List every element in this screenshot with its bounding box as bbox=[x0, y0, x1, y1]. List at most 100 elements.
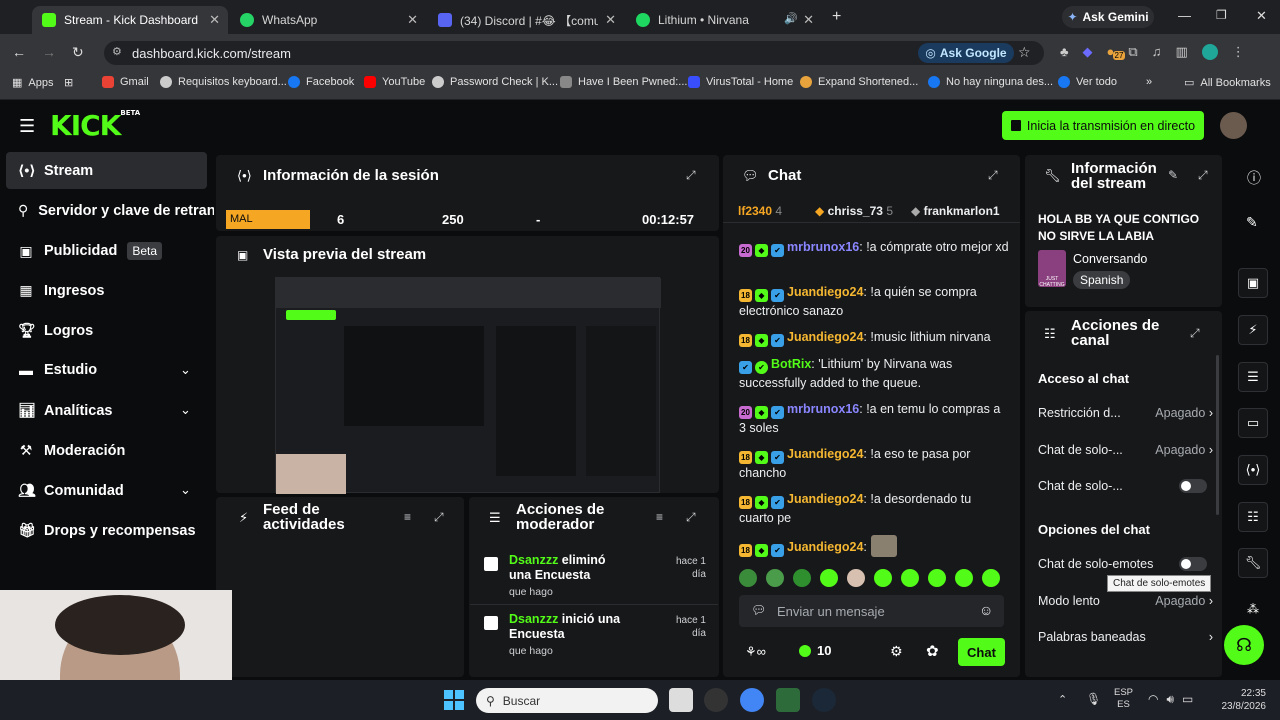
points-balance[interactable]: 10 bbox=[799, 643, 831, 658]
popout-icon[interactable]: ⤢ bbox=[988, 168, 998, 183]
bookmark-facebook[interactable]: Facebook bbox=[288, 76, 354, 88]
close-tab-icon[interactable]: ✕ bbox=[407, 12, 418, 28]
close-tab-icon[interactable]: ✕ bbox=[803, 12, 814, 28]
sidebar-item-comunidad[interactable]: 👥︎ Comunidad bbox=[18, 482, 124, 499]
bookmark-hibp[interactable]: Have I Been Pwned:... bbox=[560, 76, 687, 88]
chat-send-button[interactable]: Chat bbox=[958, 638, 1005, 666]
emote-icon[interactable] bbox=[955, 569, 973, 587]
close-window-icon[interactable]: ✕ bbox=[1256, 8, 1267, 24]
integrations-icon[interactable]: ⁂ bbox=[1247, 602, 1259, 616]
sidebar-item-drops[interactable]: 🎁︎ Drops y recompensas bbox=[18, 522, 196, 539]
media-icon[interactable]: ♫ bbox=[1152, 44, 1162, 60]
toggle-switch[interactable] bbox=[1179, 557, 1207, 571]
emote-icon[interactable] bbox=[820, 569, 838, 587]
puzzle-icon[interactable]: ⧉ bbox=[1128, 44, 1137, 60]
emote-icon[interactable] bbox=[793, 569, 811, 587]
sidebar-item-estudio[interactable]: ▬ Estudio bbox=[18, 362, 97, 378]
obs-icon[interactable] bbox=[704, 688, 728, 712]
close-tab-icon[interactable]: ✕ bbox=[209, 12, 220, 28]
community-points-icon[interactable]: ⚘∞ bbox=[745, 644, 766, 660]
edit-pencil-icon[interactable]: ✎ bbox=[1168, 168, 1178, 182]
file-explorer-icon[interactable] bbox=[669, 688, 693, 712]
tray-chevron-icon[interactable]: ⌃ bbox=[1058, 693, 1067, 706]
chrome-icon[interactable] bbox=[740, 688, 764, 712]
chevron-down-icon[interactable]: ⌄ bbox=[180, 402, 191, 418]
extension-icon[interactable]: ● 27 bbox=[1107, 44, 1126, 60]
bookmark-star-icon[interactable]: ☆ bbox=[1018, 44, 1031, 61]
stream-preview-video[interactable] bbox=[275, 277, 661, 494]
microphone-icon[interactable]: 🎙︎ bbox=[1086, 692, 1101, 706]
bookmark-expand[interactable]: Expand Shortened... bbox=[800, 76, 918, 88]
setting-slow-mode[interactable]: Modo lento Apagado › bbox=[1038, 594, 1213, 608]
hamburger-menu-icon[interactable]: ☰ bbox=[19, 116, 35, 137]
taskbar-search[interactable]: ⚲ Buscar bbox=[476, 688, 658, 713]
profile-avatar[interactable] bbox=[1201, 44, 1218, 60]
toggle-switch[interactable] bbox=[1179, 479, 1207, 493]
bookmark-gmail[interactable]: Gmail bbox=[102, 76, 149, 88]
new-tab-icon[interactable]: + bbox=[832, 8, 841, 26]
sidebar-item-publicidad[interactable]: ▣ Publicidad Beta bbox=[18, 242, 163, 260]
sidebar-item-server-key[interactable]: ⚲Servidor y clave de retransmisión bbox=[18, 202, 214, 219]
bookmark-grid[interactable]: ⊞ bbox=[64, 76, 73, 89]
popout-icon[interactable]: ⤢ bbox=[686, 168, 696, 183]
steam-icon[interactable] bbox=[812, 688, 836, 712]
settings-gear-icon[interactable]: ⚙ bbox=[890, 643, 903, 660]
site-info-icon[interactable]: ⚙ bbox=[112, 45, 122, 58]
emote-icon[interactable] bbox=[928, 569, 946, 587]
app-icon[interactable] bbox=[776, 688, 800, 712]
kick-logo[interactable]: KICKBETA bbox=[50, 109, 140, 142]
maximize-icon[interactable]: ❐ bbox=[1216, 8, 1227, 22]
emote-icon[interactable] bbox=[766, 569, 784, 587]
sidebar-item-logros[interactable]: 🏆︎ Logros bbox=[18, 322, 93, 339]
speaker-icon[interactable]: 🔊 bbox=[784, 12, 798, 25]
setting-restriccion[interactable]: Restricción d... Apagado › bbox=[1038, 406, 1213, 420]
setting-chat-solo-1[interactable]: Chat de solo-... Apagado › bbox=[1038, 443, 1213, 457]
extension-icon[interactable]: ♣ bbox=[1060, 44, 1069, 60]
sidebar-item-analiticas[interactable]: 📊︎ Analíticas bbox=[18, 402, 113, 419]
forward-icon[interactable]: → bbox=[42, 44, 56, 60]
tab-lithium[interactable]: Lithium • Nirvana 🔊 ✕ bbox=[626, 6, 822, 34]
rail-session-info[interactable]: ⟨•⟩ bbox=[1238, 455, 1268, 485]
rail-chat[interactable]: ▭ bbox=[1238, 408, 1268, 438]
rail-mod-actions[interactable]: ☰ bbox=[1238, 362, 1268, 392]
sidebar-icon[interactable]: ▥ bbox=[1175, 44, 1187, 60]
rail-stream-info[interactable]: 🔧︎ bbox=[1238, 548, 1268, 578]
popout-icon[interactable]: ⤢ bbox=[1198, 168, 1208, 183]
filter-icon[interactable]: ≡ bbox=[404, 510, 411, 524]
rail-channel-actions[interactable]: ☷ bbox=[1238, 502, 1268, 532]
back-icon[interactable]: ← bbox=[12, 44, 26, 60]
user-avatar[interactable] bbox=[1220, 112, 1247, 139]
chevron-down-icon[interactable]: ⌄ bbox=[180, 482, 191, 498]
tab-discord[interactable]: (34) Discord | #😂 【comunidad✕ bbox=[428, 6, 624, 34]
system-tray[interactable]: ◠ 🔊︎ ▭ bbox=[1148, 692, 1193, 707]
bookmark-ver-todo[interactable]: Ver todo bbox=[1058, 76, 1117, 88]
bookmark-no-hay[interactable]: No hay ninguna des... bbox=[928, 76, 1053, 88]
bookmark-password-check[interactable]: Password Check | K... bbox=[432, 76, 558, 88]
category-thumbnail[interactable]: JUST CHATTING bbox=[1038, 250, 1066, 288]
tab-kick-dashboard[interactable]: Stream - Kick Dashboard ✕ bbox=[32, 6, 228, 34]
extension-icon[interactable]: ◆ bbox=[1083, 44, 1093, 60]
popout-icon[interactable]: ⤢ bbox=[1190, 326, 1200, 341]
emote-icon[interactable] bbox=[874, 569, 892, 587]
filter-icon[interactable]: ≡ bbox=[656, 510, 663, 524]
clock[interactable]: 22:35 23/8/2026 bbox=[1206, 687, 1267, 713]
setting-chat-solo-2[interactable]: Chat de solo-... bbox=[1038, 479, 1213, 493]
go-live-button[interactable]: Inicia la transmisión en directo bbox=[1002, 111, 1204, 140]
sidebar-item-ingresos[interactable]: ▦ Ingresos bbox=[18, 282, 104, 299]
emoji-picker-icon[interactable]: ☺ bbox=[979, 602, 993, 618]
tab-whatsapp[interactable]: WhatsApp ✕ bbox=[230, 6, 426, 34]
support-headset-button[interactable]: ☊ bbox=[1224, 625, 1264, 665]
popout-icon[interactable]: ⤢ bbox=[434, 510, 444, 525]
popout-icon[interactable]: ⤢ bbox=[686, 510, 696, 525]
all-bookmarks[interactable]: ▭ All Bookmarks bbox=[1184, 76, 1271, 90]
emote-icon[interactable] bbox=[739, 569, 757, 587]
bookmark-youtube[interactable]: YouTube bbox=[364, 76, 425, 88]
more-bookmarks-icon[interactable]: » bbox=[1146, 76, 1152, 88]
language-indicator[interactable]: ESP ES bbox=[1114, 687, 1133, 711]
ask-gemini-button[interactable]: ✦ Ask Gemini bbox=[1062, 6, 1154, 28]
address-bar[interactable]: ⚙ dashboard.kick.com/stream ◎ Ask Google … bbox=[104, 41, 1044, 65]
ask-google-button[interactable]: ◎ Ask Google bbox=[918, 43, 1014, 63]
edit-pencil-icon[interactable]: ✎ bbox=[1246, 214, 1258, 231]
chat-input[interactable]: 💬︎ Enviar un mensaje ☺ bbox=[739, 595, 1004, 627]
setting-emote-only[interactable]: Chat de solo-emotes bbox=[1038, 557, 1213, 571]
